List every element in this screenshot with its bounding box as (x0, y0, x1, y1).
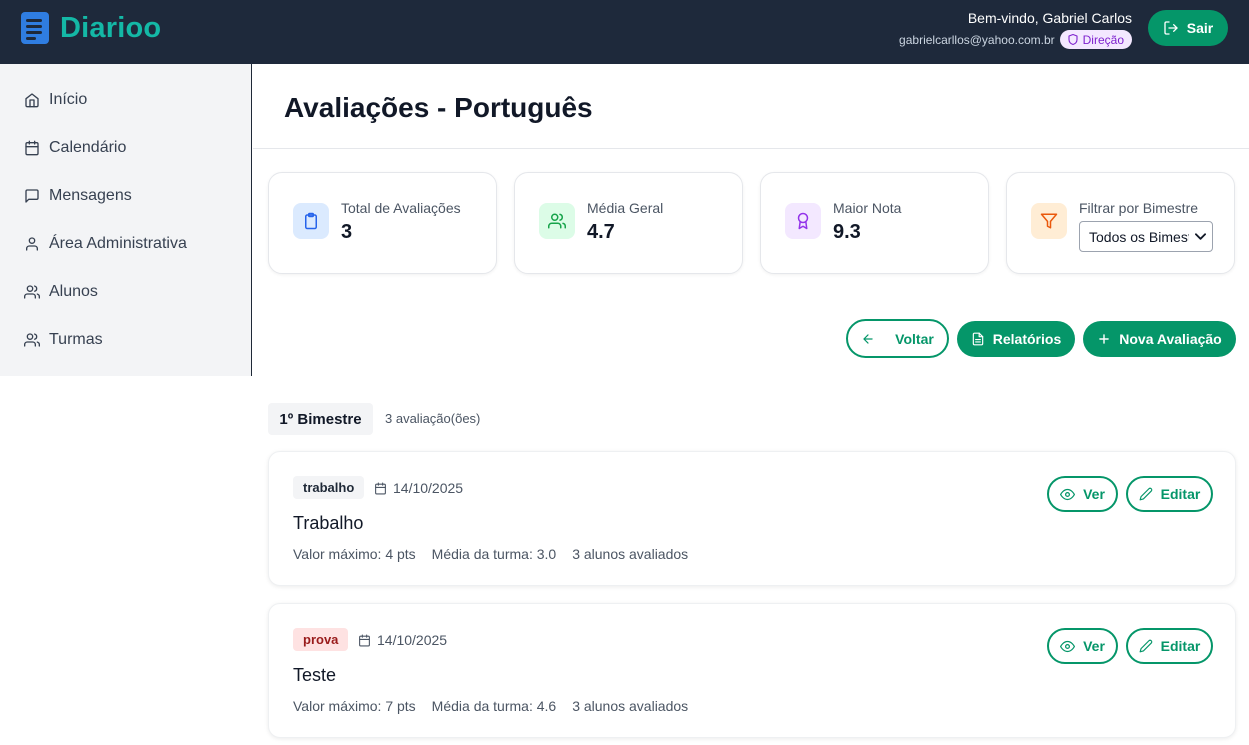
clipboard-icon (305, 212, 317, 230)
message-icon (25, 189, 39, 203)
stat-card-media: Média Geral 4.7 (514, 172, 743, 274)
class-average: Média da turma: 3.0 (431, 546, 557, 562)
reports-label: Relatórios (992, 331, 1062, 347)
edit-label: Editar (1160, 486, 1201, 502)
app-name: Diarioo (60, 11, 162, 44)
user-email: gabrielcarllos@yahoo.com.br (899, 32, 1055, 47)
shield-icon (1068, 33, 1078, 46)
stat-value: 9.3 (833, 221, 861, 243)
bimestre-select-value: Todos os Bimestres (1089, 228, 1189, 245)
sidebar-item-area-administrativa[interactable]: Área Administrativa (24, 235, 187, 253)
brand[interactable]: Diarioo (20, 11, 161, 45)
logout-button[interactable]: Sair (1148, 10, 1228, 46)
sidebar-item-label: Área Administrativa (49, 235, 187, 252)
sidebar: Início Calendário Mensagens Área Adminis… (0, 64, 252, 376)
evaluation-title: Trabalho (293, 513, 364, 533)
user-icon (26, 237, 38, 251)
award-icon (797, 212, 809, 230)
stat-icon-wrap (293, 203, 329, 239)
sidebar-item-label: Turmas (49, 331, 103, 348)
filter-icon (1040, 213, 1058, 229)
pencil-icon (1139, 487, 1152, 501)
stat-value: 4.7 (587, 221, 615, 243)
calendar-icon (375, 482, 386, 494)
users-icon (24, 285, 40, 299)
date-text: 14/10/2025 (393, 480, 464, 496)
sidebar-item-calendario[interactable]: Calendário (24, 139, 126, 157)
evaluation-card: trabalho 14/10/2025 Trabalho Valor máxim… (268, 451, 1236, 586)
sidebar-item-label: Alunos (49, 283, 98, 300)
evaluation-meta: Valor máximo: 7 pts Média da turma: 4.6 … (293, 698, 704, 714)
stat-value: 3 (341, 221, 353, 243)
view-label: Ver (1083, 486, 1105, 502)
evaluated-count: 3 alunos avaliados (572, 698, 689, 714)
max-value: Valor máximo: 4 pts (293, 546, 416, 562)
new-evaluation-label: Nova Avaliação (1119, 331, 1222, 347)
sidebar-item-mensagens[interactable]: Mensagens (24, 187, 132, 205)
stat-label: Maior Nota (833, 200, 902, 216)
eye-icon (1060, 488, 1076, 500)
view-button[interactable]: Ver (1047, 628, 1118, 664)
date-text: 14/10/2025 (377, 632, 448, 648)
role-label: Direção (1082, 32, 1124, 47)
logout-icon (1164, 21, 1178, 35)
max-value: Valor máximo: 7 pts (293, 698, 416, 714)
bimestre-select[interactable]: Todos os Bimestres (1079, 221, 1213, 252)
bimestre-count: 3 avaliação(ões) (385, 411, 481, 426)
chevron-down-icon (1195, 233, 1206, 240)
sidebar-item-label: Calendário (49, 139, 127, 156)
back-label: Voltar (895, 330, 934, 347)
sidebar-item-label: Mensagens (49, 187, 132, 204)
stat-card-maior-nota: Maior Nota 9.3 (760, 172, 989, 274)
view-label: Ver (1083, 638, 1105, 654)
users-icon (548, 213, 566, 229)
arrow-left-icon (863, 333, 873, 344)
new-evaluation-button[interactable]: Nova Avaliação (1083, 321, 1236, 357)
edit-button[interactable]: Editar (1126, 628, 1213, 664)
calendar-icon (25, 140, 39, 156)
notebook-icon (21, 12, 49, 44)
evaluation-card: prova 14/10/2025 Teste Valor máximo: 7 p… (268, 603, 1236, 738)
stat-card-total: Total de Avaliações 3 (268, 172, 497, 274)
sidebar-item-alunos[interactable]: Alunos (24, 283, 98, 301)
pencil-icon (1139, 639, 1152, 653)
home-icon (25, 93, 39, 108)
reports-button[interactable]: Relatórios (957, 321, 1075, 357)
type-badge: trabalho (293, 476, 365, 499)
evaluation-date: 14/10/2025 (374, 480, 463, 496)
edit-button[interactable]: Editar (1126, 476, 1213, 512)
bimestre-tag: 1º Bimestre (268, 403, 373, 435)
view-button[interactable]: Ver (1047, 476, 1118, 512)
sidebar-item-turmas[interactable]: Turmas (24, 331, 103, 349)
logout-label: Sair (1186, 20, 1214, 36)
stat-label: Total de Avaliações (341, 200, 461, 216)
stat-icon-wrap (1031, 203, 1067, 239)
sidebar-item-label: Início (49, 91, 88, 108)
users-icon (24, 333, 40, 347)
welcome-text: Bem-vindo, Gabriel Carlos (967, 10, 1132, 26)
edit-label: Editar (1160, 638, 1201, 654)
type-badge: prova (293, 628, 349, 651)
document-icon (972, 332, 984, 346)
class-average: Média da turma: 4.6 (431, 698, 557, 714)
evaluation-meta: Valor máximo: 4 pts Média da turma: 3.0 … (293, 546, 704, 562)
page-header: Avaliações - Português (253, 64, 1249, 149)
stat-icon-wrap (539, 203, 575, 239)
sidebar-item-inicio[interactable]: Início (24, 91, 87, 109)
evaluated-count: 3 alunos avaliados (572, 546, 689, 562)
page-title: Avaliações - Português (284, 92, 593, 123)
top-bar: Diarioo Bem-vindo, Gabriel Carlos gabrie… (0, 0, 1249, 64)
user-info: Bem-vindo, Gabriel Carlos gabrielcarllos… (899, 10, 1132, 49)
filter-label: Filtrar por Bimestre (1079, 200, 1199, 216)
evaluation-date: 14/10/2025 (358, 632, 447, 648)
stat-card-filter: Filtrar por Bimestre Todos os Bimestres (1006, 172, 1235, 274)
stat-label: Média Geral (587, 200, 664, 216)
stat-icon-wrap (785, 203, 821, 239)
plus-icon (1099, 334, 1110, 344)
calendar-icon (359, 634, 370, 646)
evaluation-title: Teste (293, 665, 337, 685)
back-button[interactable]: Voltar (846, 319, 949, 358)
eye-icon (1060, 640, 1076, 652)
role-badge: Direção (1059, 30, 1132, 49)
